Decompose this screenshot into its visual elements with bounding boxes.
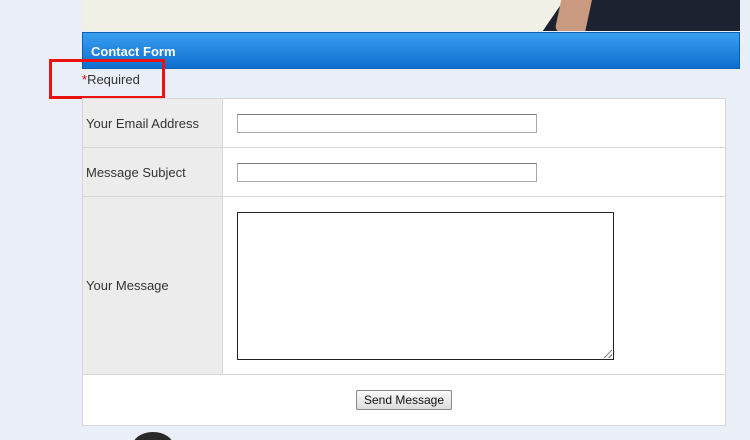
page: Contact Form *Required Your Email Addres…: [0, 0, 750, 440]
avatar: [132, 432, 174, 440]
submit-row: Send Message: [83, 375, 725, 425]
email-cell: [223, 99, 725, 147]
hero-person-image: [540, 0, 740, 31]
subject-cell: [223, 148, 725, 196]
resize-grip-icon[interactable]: [604, 349, 612, 358]
message-label: Your Message: [83, 197, 223, 374]
email-row: Your Email Address: [83, 99, 725, 148]
form-header: Contact Form: [82, 32, 740, 69]
send-message-button[interactable]: Send Message: [355, 390, 453, 410]
highlight-box: [49, 59, 165, 99]
message-row: Your Message: [83, 197, 725, 375]
contact-form-table: Your Email Address Message Subject Your …: [82, 98, 726, 426]
subject-input[interactable]: [237, 162, 537, 182]
email-input[interactable]: [237, 113, 537, 133]
subject-row: Message Subject: [83, 148, 725, 197]
hero-banner: [82, 0, 740, 31]
subject-label: Message Subject: [83, 148, 223, 196]
message-textarea[interactable]: [237, 211, 614, 360]
message-cell: [223, 197, 725, 374]
email-label: Your Email Address: [83, 99, 223, 147]
form-title: Contact Form: [91, 44, 176, 59]
